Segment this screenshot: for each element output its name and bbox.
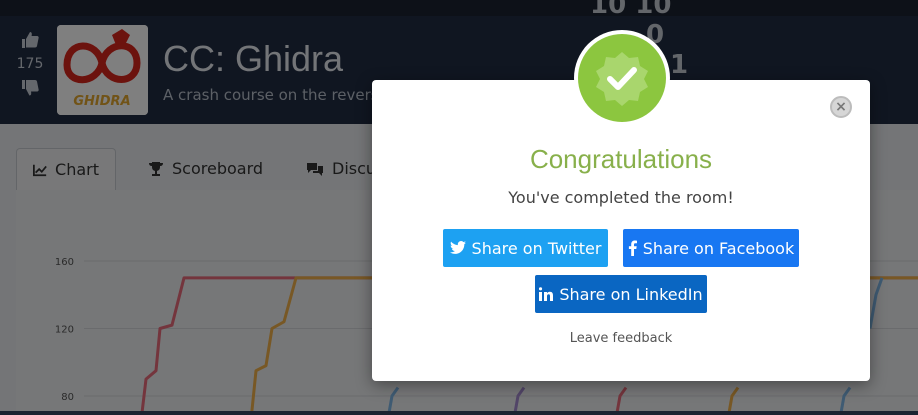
checkmark-icon [596,52,648,106]
modal-message: You've completed the room! [508,188,734,207]
facebook-icon [628,240,637,256]
share-facebook-button[interactable]: Share on Facebook [623,229,799,267]
twitter-icon [449,241,466,254]
share-linkedin-button[interactable]: Share on LinkedIn [535,275,707,313]
linkedin-icon [539,287,554,301]
facebook-label: Share on Facebook [642,238,795,258]
badge-circle [578,34,666,122]
leave-feedback-link[interactable]: Leave feedback [372,331,870,346]
twitter-label: Share on Twitter [471,238,602,258]
linkedin-label: Share on LinkedIn [559,284,703,304]
share-twitter-button[interactable]: Share on Twitter [443,229,608,267]
close-button[interactable]: × [830,96,852,118]
modal-title: Congratulations [529,144,713,174]
success-badge [574,30,670,126]
